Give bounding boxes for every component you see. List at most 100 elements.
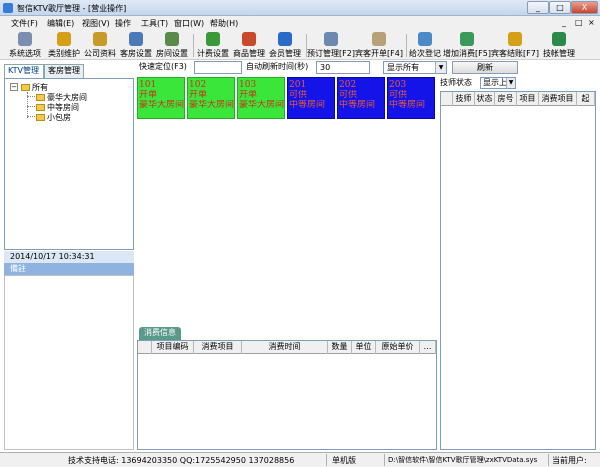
toolbar-register[interactable]: 给次登记: [407, 31, 443, 60]
checkin-icon: [372, 32, 386, 46]
menu-window[interactable]: 窗口(W): [174, 18, 204, 29]
toolbar-checkin[interactable]: 宾客开单[F4]: [355, 31, 403, 60]
close-button[interactable]: X: [571, 1, 598, 14]
tech-table-header: 技师 状态 房号 项目 消费项目 起: [441, 92, 595, 106]
toolbar-billing[interactable]: 计费设置: [195, 31, 231, 60]
room-tile[interactable]: 103 开单 豪华大房间: [237, 77, 285, 119]
folder-icon: [36, 94, 45, 101]
goods-icon: [242, 32, 256, 46]
toolbar-member[interactable]: 会员管理: [267, 31, 303, 60]
toolbar-room-config[interactable]: 房间设置: [154, 31, 190, 60]
booking-icon: [324, 32, 338, 46]
tech-status-label: 技师状态: [440, 78, 472, 87]
app-icon: [3, 3, 13, 13]
room-tile[interactable]: 201 可供 中等房间: [287, 77, 335, 119]
menu-file[interactable]: 文件(F): [11, 18, 38, 29]
consume-table-header: 项目编码 消费项目 消费时间 数量 单位 原始单价 …: [138, 341, 436, 354]
menu-view[interactable]: 视图(V): [82, 18, 110, 29]
auto-refresh-input[interactable]: 30: [316, 61, 370, 74]
toolbar: 系统选项 类别维护 公司资料 客房设置 房间设置 计费设置 商品管理 会员管理 …: [0, 31, 600, 60]
window-title: 智信KTV歌厅管理 - [营业操作]: [17, 4, 127, 13]
tab-consume-info[interactable]: 消费信息: [139, 327, 181, 340]
menu-bar: 文件(F) 编辑(E) 视图(V) 操作 工具(T) 窗口(W) 帮助(H) _…: [0, 16, 600, 31]
toolbar-company[interactable]: 公司资料: [82, 31, 118, 60]
toolbar-room-setup[interactable]: 客房设置: [118, 31, 154, 60]
room-tile[interactable]: 203 可供 中等房间: [387, 77, 435, 119]
column-header[interactable]: 起: [577, 92, 595, 106]
chevron-down-icon: ▼: [506, 78, 515, 88]
tech-table[interactable]: 技师 状态 房号 项目 消费项目 起: [440, 91, 596, 450]
folder-icon: [36, 114, 45, 121]
status-divider: [548, 454, 549, 466]
column-header[interactable]: 原始单价: [376, 341, 420, 354]
note-area[interactable]: [4, 275, 134, 450]
room-tile[interactable]: 102 开单 豪华大房间: [187, 77, 235, 119]
support-info: 技术支持电话: 13694203350 QQ:1725542950 137028…: [68, 456, 295, 465]
room-tile[interactable]: 101 开单 豪华大房间: [137, 77, 185, 119]
tab-ktv[interactable]: KTV管理: [4, 64, 44, 78]
column-header[interactable]: 消费时间: [242, 341, 328, 354]
consume-table[interactable]: 项目编码 消费项目 消费时间 数量 单位 原始单价 …: [137, 340, 437, 450]
toolbar-goods[interactable]: 商品管理: [231, 31, 267, 60]
technician-panel: 技师状态 显示上 ▼ 技师 状态 房号 项目 消费项目 起: [440, 77, 596, 450]
column-header[interactable]: 技师: [453, 92, 475, 106]
quick-locate-input[interactable]: [194, 61, 242, 74]
database-path: D:\智信软件\智信KTV歌厅管理\zxKTVData.sys: [388, 456, 538, 464]
minimize-button[interactable]: _: [527, 1, 549, 14]
tree-collapse-icon[interactable]: −: [10, 83, 18, 91]
tree-line: [27, 96, 35, 97]
column-header: [441, 92, 453, 106]
column-header[interactable]: 消费项目: [194, 341, 242, 354]
mdi-restore-button[interactable]: □: [575, 18, 583, 27]
toolbar-tech[interactable]: 技帐管理: [539, 31, 579, 60]
filter-row: 快速定位(F3) 自动刷新时间(秒) 30 显示所有 ▼ 刷新: [0, 61, 600, 75]
register-icon: [418, 32, 432, 46]
room-tile[interactable]: 202 可供 中等房间: [337, 77, 385, 119]
room-tree-panel: − 所有 豪华大房间 中等房间 小包房: [4, 78, 134, 250]
mode-label: 单机版: [332, 456, 356, 465]
status-bar: 技术支持电话: 13694203350 QQ:1725542950 137028…: [0, 452, 600, 467]
key-icon: [57, 32, 71, 46]
tree-line: [27, 106, 35, 107]
chevron-down-icon: ▼: [435, 62, 446, 73]
display-select[interactable]: 显示所有 ▼: [383, 61, 447, 74]
datetime-display: 2014/10/17 10:34:31: [4, 251, 134, 263]
toolbar-booking[interactable]: 预订管理[F2]: [307, 31, 355, 60]
auto-refresh-label: 自动刷新时间(秒): [246, 62, 309, 71]
status-divider: [326, 454, 327, 466]
consume-panel: 消费信息 项目编码 消费项目 消费时间 数量 单位 原始单价 …: [137, 327, 437, 450]
menu-edit[interactable]: 编辑(E): [47, 18, 74, 29]
column-header[interactable]: 项目编码: [152, 341, 194, 354]
billing-icon: [206, 32, 220, 46]
column-header[interactable]: 消费项目: [539, 92, 577, 106]
room-icon: [165, 32, 179, 46]
maximize-button[interactable]: □: [549, 1, 571, 14]
member-icon: [278, 32, 292, 46]
column-header[interactable]: 房号: [495, 92, 517, 106]
refresh-button[interactable]: 刷新: [452, 61, 518, 74]
menu-help[interactable]: 帮助(H): [210, 18, 238, 29]
company-icon: [93, 32, 107, 46]
folder-icon: [21, 84, 30, 91]
column-header: [138, 341, 152, 354]
toolbar-add-consume[interactable]: 增加消费[F5]: [443, 31, 491, 60]
mdi-close-button[interactable]: ×: [588, 18, 595, 27]
current-user: 当前用户:: [552, 456, 587, 465]
mdi-minimize-button[interactable]: _: [562, 18, 566, 27]
tab-rooms[interactable]: 客房管理: [44, 64, 84, 78]
column-header[interactable]: …: [420, 341, 436, 354]
tech-icon: [552, 32, 566, 46]
status-divider: [384, 454, 385, 466]
column-header[interactable]: 数量: [328, 341, 352, 354]
column-header[interactable]: 项目: [517, 92, 539, 106]
room-grid: 101 开单 豪华大房间 102 开单 豪华大房间 103 开单 豪华大房间 201 可供 中等…: [137, 77, 437, 322]
toolbar-checkout[interactable]: 宾客结账[F7]: [491, 31, 539, 60]
toolbar-category[interactable]: 类别维护: [46, 31, 82, 60]
menu-operate[interactable]: 操作: [115, 18, 131, 29]
column-header[interactable]: 状态: [475, 92, 495, 106]
tree-item[interactable]: 小包房: [36, 112, 71, 123]
column-header[interactable]: 单位: [352, 341, 376, 354]
menu-tools[interactable]: 工具(T): [141, 18, 168, 29]
toolbar-system-options[interactable]: 系统选项: [6, 31, 44, 60]
tech-filter-select[interactable]: 显示上 ▼: [480, 77, 516, 89]
